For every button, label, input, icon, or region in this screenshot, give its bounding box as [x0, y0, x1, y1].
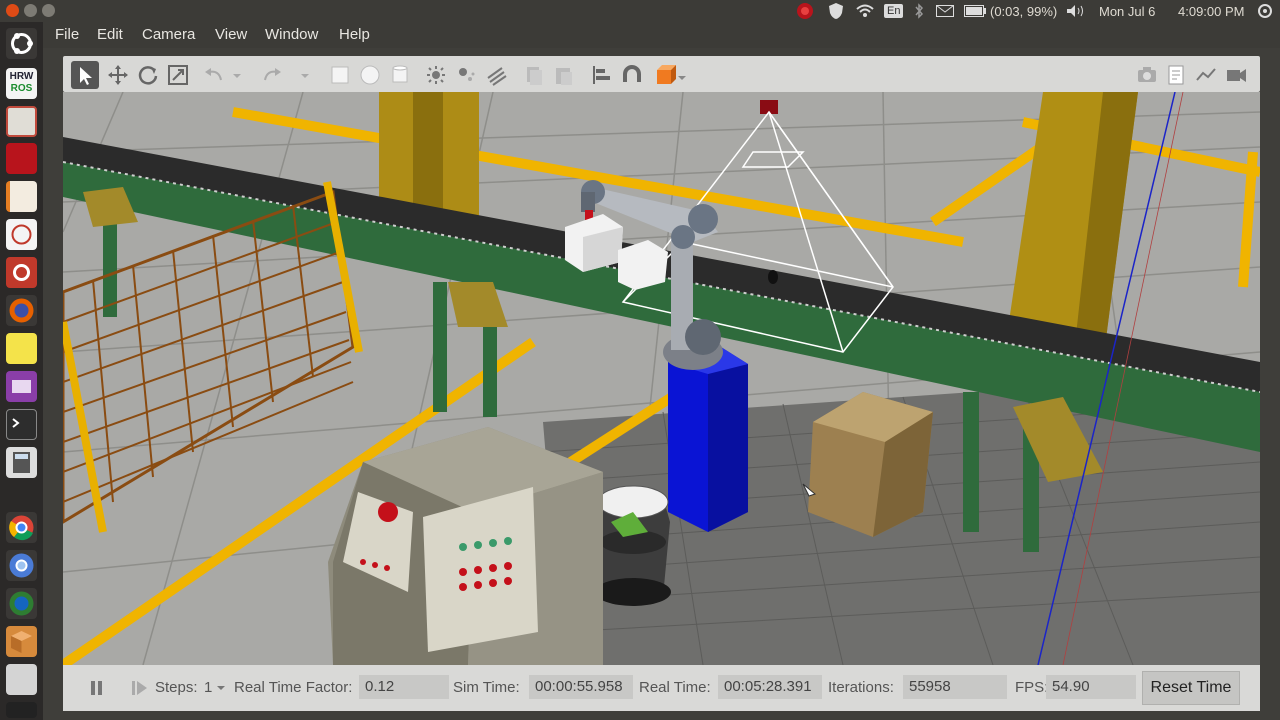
firefox-icon[interactable]	[6, 295, 37, 326]
settings-icon[interactable]	[6, 257, 37, 288]
window-minimize-button[interactable]	[24, 4, 37, 17]
notes-icon[interactable]	[6, 333, 37, 364]
sphere-shape-icon[interactable]	[359, 64, 381, 86]
directional-light-icon[interactable]	[485, 64, 507, 86]
window-maximize-button[interactable]	[42, 4, 55, 17]
step-forward-icon	[132, 681, 147, 695]
undo-icon[interactable]	[203, 64, 225, 86]
redo-history-chevron-icon[interactable]	[299, 64, 311, 86]
toolbar	[63, 56, 1260, 92]
image-viewer-icon[interactable]	[6, 219, 37, 250]
log-data-icon[interactable]	[1165, 64, 1187, 86]
undo-history-chevron-icon[interactable]	[231, 64, 243, 86]
point-light-icon[interactable]	[425, 64, 447, 86]
ros-status-icon[interactable]	[796, 0, 814, 22]
wifi-icon[interactable]	[856, 0, 874, 22]
pause-button[interactable]	[89, 679, 105, 697]
battery-indicator[interactable]: (0:03, 99%)	[964, 0, 1057, 22]
real-time-value: 00:05:28.391	[718, 675, 822, 699]
reset-time-button[interactable]: Reset Time	[1142, 671, 1240, 705]
redo-icon[interactable]	[261, 64, 283, 86]
spot-light-icon[interactable]	[455, 64, 477, 86]
box-shape-icon[interactable]	[329, 64, 351, 86]
calculator-icon[interactable]	[6, 447, 37, 478]
sim-time-label: Sim Time:	[453, 679, 520, 696]
keyboard-layout-indicator[interactable]: En	[884, 0, 904, 22]
battery-icon	[964, 5, 986, 17]
terminal-icon[interactable]	[6, 409, 37, 440]
scale-mode-icon[interactable]	[167, 64, 189, 86]
paste-icon[interactable]	[553, 64, 575, 86]
step-button[interactable]	[131, 679, 149, 697]
mail-icon[interactable]	[936, 0, 954, 22]
bluetooth-icon[interactable]	[914, 0, 924, 22]
cylinder-shape-icon[interactable]	[389, 64, 411, 86]
drive-icon[interactable]	[6, 664, 37, 695]
iterations-value: 55958	[903, 675, 1007, 699]
real-time-label: Real Time:	[639, 679, 711, 696]
date-display[interactable]: Mon Jul 6	[1099, 0, 1155, 22]
window-close-button[interactable]	[6, 4, 19, 17]
menu-bar: File Edit Camera View Window Help	[43, 22, 1280, 48]
chevron-down-icon[interactable]	[677, 64, 687, 86]
menu-edit[interactable]: Edit	[97, 26, 123, 43]
gazebo-icon[interactable]	[6, 588, 37, 619]
shield-icon[interactable]	[828, 0, 844, 22]
translate-mode-icon[interactable]	[107, 64, 129, 86]
menu-view[interactable]: View	[215, 26, 247, 43]
menu-help[interactable]: Help	[339, 26, 370, 43]
power-gear-icon[interactable]	[1257, 0, 1273, 22]
screenshot-camera-icon[interactable]	[1136, 64, 1158, 86]
steps-chevron-down-icon[interactable]	[216, 679, 226, 696]
ubuntu-dash-icon[interactable]	[6, 28, 37, 59]
chrome-icon[interactable]	[6, 512, 37, 543]
text-editor-icon[interactable]	[6, 181, 37, 212]
fps-label: FPS:	[1015, 679, 1049, 696]
rotate-mode-icon[interactable]	[137, 64, 159, 86]
screen-icon[interactable]	[6, 702, 37, 718]
plot-icon[interactable]	[1195, 64, 1217, 86]
sim-time-value: 00:00:55.958	[529, 675, 633, 699]
status-bar: Steps: 1 Real Time Factor: 0.12 Sim Time…	[63, 665, 1260, 711]
align-icon[interactable]	[591, 64, 613, 86]
scene-viewport[interactable]	[63, 92, 1260, 665]
hrwros-line1: HRW	[9, 71, 34, 82]
real-time-factor-label: Real Time Factor:	[234, 679, 353, 696]
snap-magnet-icon[interactable]	[621, 64, 643, 86]
clock-display[interactable]: 4:09:00 PM	[1178, 0, 1245, 22]
launcher-sidebar: HRW ROS	[0, 22, 43, 720]
system-top-bar: En (0:03, 99%) Mon Jul 6 4:09:00 PM	[0, 0, 1280, 22]
box-icon[interactable]	[6, 626, 37, 657]
chromium-icon[interactable]	[6, 550, 37, 581]
steps-value[interactable]: 1	[204, 679, 212, 696]
video-record-icon[interactable]	[1225, 64, 1247, 86]
menu-camera[interactable]: Camera	[142, 26, 195, 43]
battery-status: (0:03, 99%)	[990, 3, 1058, 19]
terminal-red-icon[interactable]	[6, 143, 37, 174]
window-manager-icon[interactable]	[6, 371, 37, 402]
pause-icon	[91, 681, 102, 695]
menu-window[interactable]: Window	[265, 26, 318, 43]
iterations-label: Iterations:	[828, 679, 894, 696]
hrwros-icon[interactable]: HRW ROS	[6, 68, 37, 99]
volume-icon[interactable]	[1066, 0, 1086, 22]
select-mode-icon[interactable]	[71, 61, 99, 89]
gazebo-window: File Edit Camera View Window Help Steps:…	[43, 22, 1280, 720]
keyboard-layout-label: En	[884, 4, 904, 18]
copy-icon[interactable]	[523, 64, 545, 86]
files-icon[interactable]	[6, 106, 37, 137]
menu-file[interactable]: File	[55, 26, 79, 43]
steps-label: Steps:	[155, 679, 198, 696]
real-time-factor-value: 0.12	[359, 675, 449, 699]
change-view-angle-icon[interactable]	[655, 64, 677, 86]
hrwros-line2: ROS	[10, 83, 33, 94]
fps-value: 54.90	[1046, 675, 1136, 699]
